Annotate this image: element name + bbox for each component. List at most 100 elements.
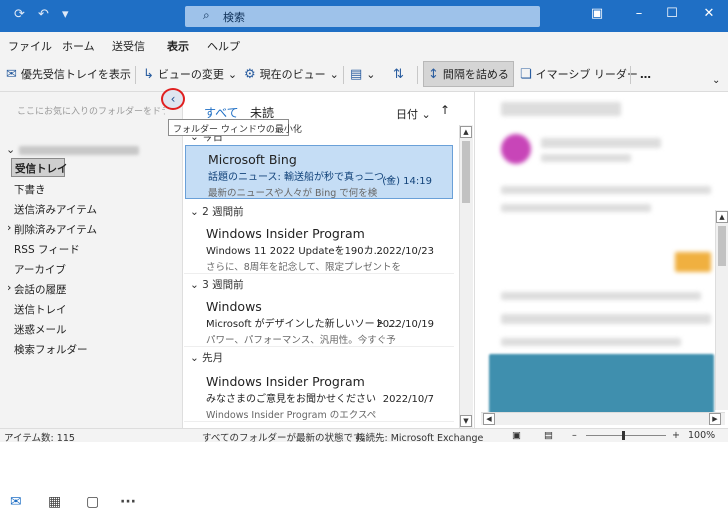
message-item[interactable]: Windows Microsoft がデザインした新しいソート ... パワー、…: [184, 293, 454, 347]
title-bar: ⟳ ↶ ▾ ⌕ 検索 ▣ – ☐ ✕: [0, 0, 728, 32]
sort-direction-button[interactable]: ⇅: [393, 64, 404, 84]
message-sender: Windows: [206, 299, 262, 314]
menu-bar: ファイル ホーム 送受信 表示 ヘルプ: [0, 32, 728, 59]
account-header[interactable]: ⌄: [6, 143, 139, 156]
scrollbar-thumb[interactable]: [718, 226, 726, 266]
search-box[interactable]: ⌕ 検索: [185, 6, 540, 27]
ribbon-collapse-icon[interactable]: ⌄: [712, 70, 720, 90]
scroll-up-icon[interactable]: ▲: [716, 211, 728, 223]
folder-rss-feeds[interactable]: RSS フィード: [14, 242, 80, 257]
close-icon[interactable]: ✕: [694, 6, 724, 21]
blurred-line: [501, 292, 701, 300]
immersive-reader-label: イマーシブ リーダー: [535, 68, 638, 81]
zoom-in-icon[interactable]: +: [672, 430, 680, 441]
message-date: 2022/10/23: [376, 246, 434, 257]
blurred-subject: [501, 102, 621, 116]
folder-drafts[interactable]: 下書き: [14, 182, 46, 197]
message-item[interactable]: Microsoft Bing 話題のニュース: 輸送船が秒で真っ二つ... 最新…: [185, 145, 453, 199]
current-view-button[interactable]: ⚙ 現在のビュー ⌄: [244, 64, 339, 84]
menu-send-receive[interactable]: 送受信: [112, 38, 145, 54]
scroll-down-icon[interactable]: ▼: [460, 415, 472, 427]
message-date: 2022/10/19: [376, 319, 434, 330]
blurred-line: [501, 186, 711, 194]
module-nav-bar: ✉ ▦ ▢ ···: [0, 486, 183, 520]
message-date: (金) 14:19: [382, 176, 432, 187]
change-view-button[interactable]: ↳ ビューの変更 ⌄: [143, 64, 237, 84]
favorites-drop-hint: ここにお気に入りのフォルダーをドラッグします: [17, 107, 165, 117]
group-label: 2 週間前: [202, 206, 244, 218]
scroll-right-icon[interactable]: ▶: [709, 413, 721, 425]
blurred-hero-image: [489, 354, 714, 416]
scrollbar-thumb[interactable]: [462, 141, 470, 203]
zoom-slider[interactable]: [586, 435, 666, 436]
ribbon: ✉ 優先受信トレイを表示 ↳ ビューの変更 ⌄ ⚙ 現在のビュー ⌄ ▤ ⌄ ⇅…: [0, 56, 728, 92]
sort-by-dropdown[interactable]: 日付 ⌄: [396, 106, 431, 122]
reading-pane: ▲ ◀ ▶: [474, 92, 728, 428]
group-label: 先月: [202, 352, 224, 364]
blurred-line: [501, 338, 681, 346]
scroll-left-icon[interactable]: ◀: [483, 413, 495, 425]
minimize-icon[interactable]: –: [624, 6, 654, 21]
reading-pane-scrollbar[interactable]: ▲: [715, 210, 728, 410]
scroll-up-icon[interactable]: ▲: [460, 126, 472, 138]
tasks-icon[interactable]: ▢: [86, 494, 99, 510]
message-list-scrollbar[interactable]: ▲ ▼: [459, 125, 473, 428]
compact-spacing-label: 間隔を詰める: [442, 68, 509, 81]
undo-icon[interactable]: ↶: [38, 7, 49, 22]
ribbon-separator: [135, 66, 136, 84]
zoom-out-icon[interactable]: –: [572, 430, 577, 441]
line-spacing-icon: ↕: [428, 66, 439, 82]
maximize-icon[interactable]: ☐: [657, 6, 687, 21]
folder-deleted-items[interactable]: 削除済みアイテム: [7, 221, 97, 237]
customize-qat-icon[interactable]: ▾: [62, 7, 69, 22]
inbox-icon: ✉: [6, 66, 17, 82]
compact-spacing-button[interactable]: ↕ 間隔を詰める: [423, 61, 514, 87]
menu-home[interactable]: ホーム: [62, 38, 95, 54]
menu-file[interactable]: ファイル: [8, 38, 52, 54]
search-placeholder: 検索: [223, 11, 245, 24]
blurred-logo: [675, 252, 711, 272]
folder-archive[interactable]: アーカイブ: [14, 262, 66, 277]
calendar-icon[interactable]: ▦: [48, 494, 61, 510]
more-options-button[interactable]: …: [640, 64, 651, 84]
chevron-down-icon: ⌄: [329, 67, 339, 81]
status-bar: アイテム数: 115 すべてのフォルダーが最新の状態です。 接続先: Micro…: [0, 428, 728, 444]
more-apps-icon[interactable]: ···: [120, 494, 136, 510]
chevron-down-icon: ⌄: [366, 67, 376, 81]
message-preview: さらに、8周年を記念して、限定プレゼントを: [206, 262, 401, 273]
blurred-line: [501, 314, 711, 324]
message-item[interactable]: Windows Insider Program みなさまのご意見をお聞かせくださ…: [184, 368, 454, 422]
layout-button[interactable]: ▤ ⌄: [350, 64, 376, 84]
folder-sent-items[interactable]: 送信済みアイテム: [14, 202, 97, 217]
focused-inbox-button[interactable]: ✉ 優先受信トレイを表示: [6, 64, 131, 84]
collapse-folder-pane-button[interactable]: ‹: [161, 88, 185, 110]
current-view-label: 現在のビュー: [259, 68, 326, 81]
immersive-reader-button[interactable]: ❏ イマーシブ リーダー: [520, 64, 638, 84]
horizontal-scrollbar[interactable]: ◀ ▶: [481, 412, 725, 425]
chevron-down-icon: ⌄: [421, 108, 431, 121]
normal-view-icon[interactable]: ▣: [512, 430, 521, 441]
ribbon-options-icon[interactable]: ▣: [582, 6, 612, 21]
mail-icon[interactable]: ✉: [10, 494, 22, 510]
reading-view-icon[interactable]: ▤: [544, 430, 553, 441]
group-header-3-weeks[interactable]: ⌄ 3 週間前: [190, 277, 244, 292]
sync-icon[interactable]: ⟳: [14, 7, 25, 22]
folder-inbox[interactable]: 受信トレイ: [11, 158, 68, 177]
collapse-tooltip: フォルダー ウィンドウの最小化: [168, 119, 302, 136]
zoom-level[interactable]: 100%: [688, 430, 715, 441]
zoom-slider-thumb[interactable]: [622, 431, 625, 440]
folder-junk-email[interactable]: 迷惑メール: [14, 322, 67, 337]
folder-outbox[interactable]: 送信トレイ: [14, 302, 67, 317]
group-header-last-month[interactable]: ⌄ 先月: [190, 350, 223, 365]
menu-help[interactable]: ヘルプ: [207, 38, 240, 54]
sort-by-label: 日付: [396, 108, 418, 121]
folder-search-folders[interactable]: 検索フォルダー: [14, 342, 88, 357]
blurred-recipient: [541, 154, 631, 162]
sort-order-icon[interactable]: ↑: [440, 103, 450, 117]
search-icon: ⌕: [203, 8, 210, 22]
chevron-left-icon: ‹: [170, 92, 176, 106]
group-header-2-weeks[interactable]: ⌄ 2 週間前: [190, 204, 244, 219]
folder-conversation-history[interactable]: 会話の履歴: [7, 281, 66, 297]
message-item[interactable]: Windows Insider Program Windows 11 2022 …: [184, 220, 454, 274]
menu-view[interactable]: 表示: [167, 38, 189, 59]
